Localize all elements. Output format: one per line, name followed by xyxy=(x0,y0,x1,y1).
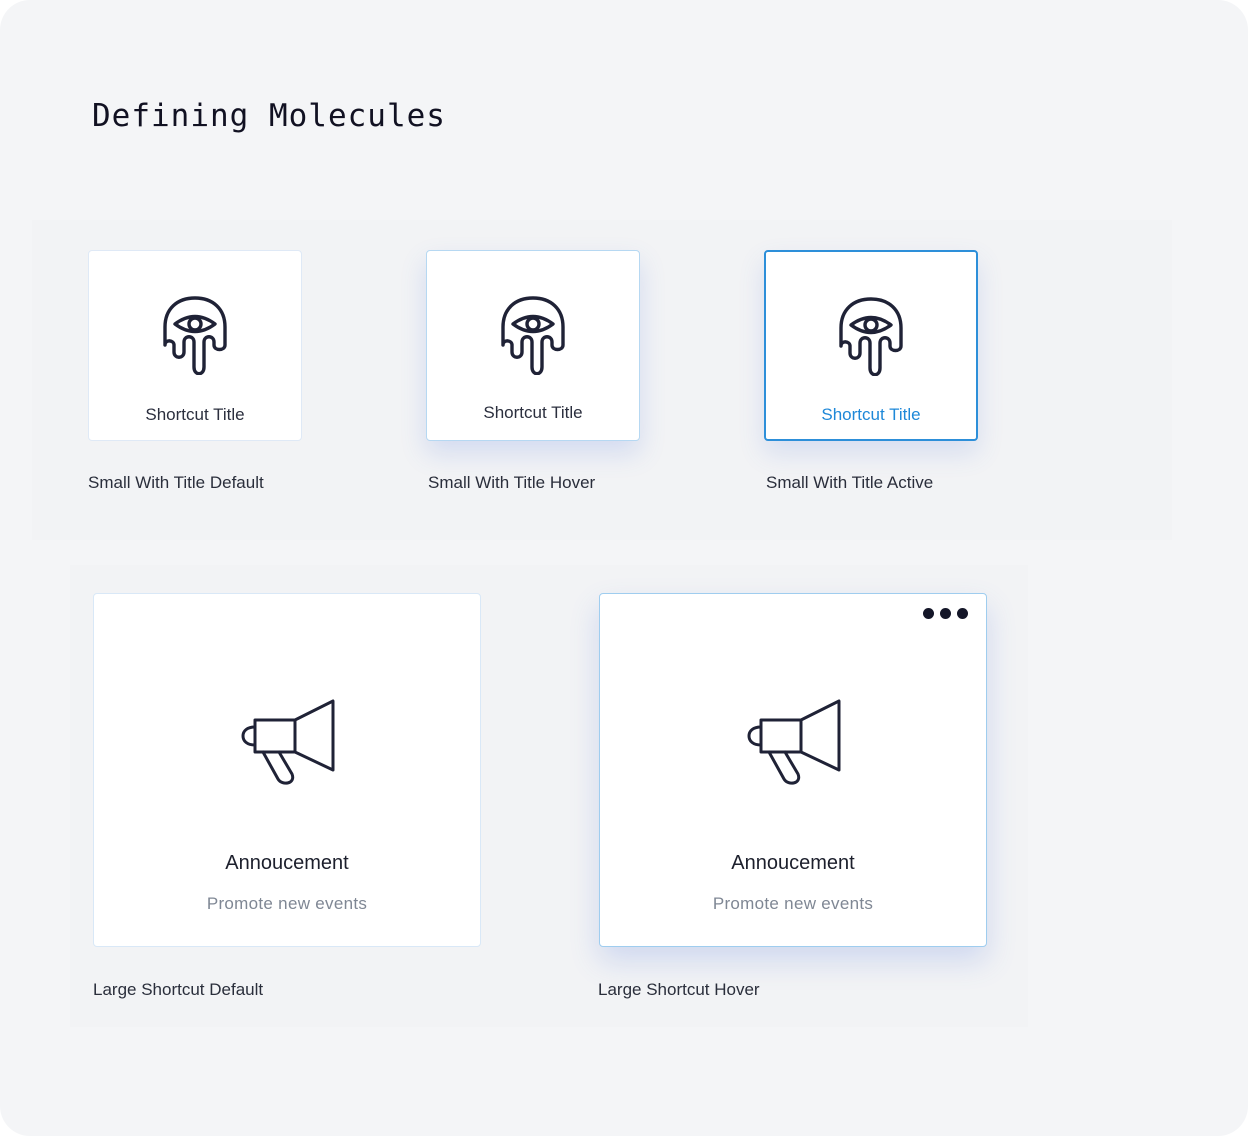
large-shortcut-subtitle: Promote new events xyxy=(206,894,368,913)
megaphone-icon xyxy=(747,699,841,785)
menu-dot xyxy=(940,608,951,619)
shortcut-card-small-hover[interactable]: Shortcut Title xyxy=(426,250,640,441)
ghost-eye-icon xyxy=(163,296,227,375)
caption-large-hover: Large Shortcut Hover xyxy=(598,980,760,999)
large-shortcut-title: Annoucement xyxy=(225,852,349,874)
ghost-eye-icon xyxy=(839,297,903,376)
large-shortcut-subtitle: Promote new events xyxy=(712,894,874,913)
menu-dot xyxy=(957,608,968,619)
canvas-frame: Defining Molecules Shortcut Title Small … xyxy=(0,0,1248,1136)
large-shortcut-title: Annoucement xyxy=(731,852,855,874)
caption-small-default: Small With Title Default xyxy=(88,473,264,492)
shortcut-card-large-hover[interactable]: Annoucement Promote new events xyxy=(599,593,987,947)
caption-small-active: Small With Title Active xyxy=(766,473,934,492)
shortcut-card-small-active[interactable]: Shortcut Title xyxy=(764,250,978,441)
more-horizontal-icon[interactable] xyxy=(923,608,968,619)
ghost-eye-icon xyxy=(501,296,565,375)
shortcut-title: Shortcut Title xyxy=(483,403,583,422)
page-title: Defining Molecules xyxy=(92,98,446,134)
megaphone-icon xyxy=(241,699,335,785)
caption-large-default: Large Shortcut Default xyxy=(93,980,264,999)
menu-dot xyxy=(923,608,934,619)
shortcut-card-large-default[interactable]: Annoucement Promote new events xyxy=(93,593,481,947)
shortcut-title-active: Shortcut Title xyxy=(821,405,921,424)
shortcut-card-small-default[interactable]: Shortcut Title xyxy=(88,250,302,441)
shortcut-title: Shortcut Title xyxy=(145,405,245,424)
caption-small-hover: Small With Title Hover xyxy=(428,473,596,492)
